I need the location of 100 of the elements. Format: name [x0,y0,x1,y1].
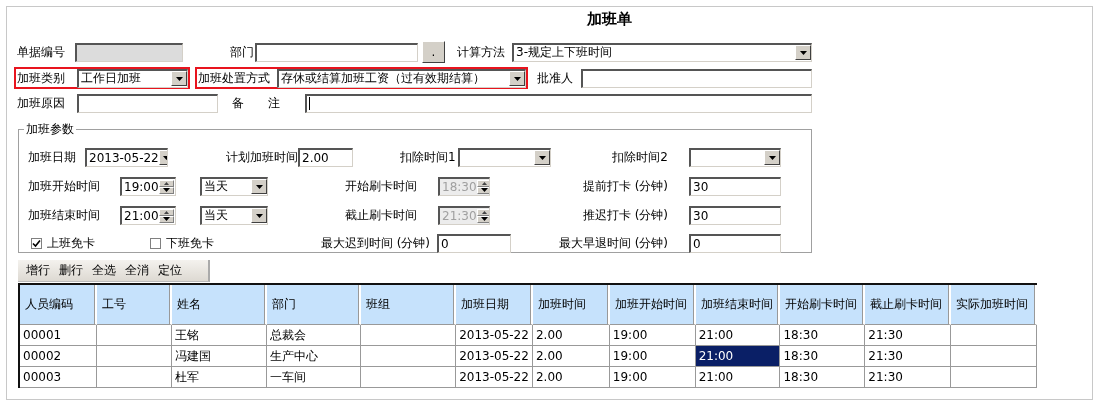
table-cell: 冯建国 [171,346,267,367]
toolbar-button[interactable]: 全选 [89,262,119,279]
table-cell: 00001 [20,325,97,346]
field-label: 加班处置方式 [198,69,271,87]
field-label: 备 注 [232,94,281,112]
time-spinner[interactable]: 21:00 [120,205,176,225]
column-header[interactable]: 工号 [96,285,172,325]
input-field[interactable]: 0 [437,233,511,253]
table-cell: 2.00 [533,346,610,367]
group-legend: 加班参数 [24,121,76,138]
table-cell: 2013-05-22 [456,367,533,388]
field-label: 批准人 [537,69,574,87]
dropdown-field[interactable] [689,147,781,167]
time-spinner[interactable]: 19:00 [120,176,176,196]
field-label: 加班开始时间 [28,177,101,195]
column-header[interactable]: 加班开始时间 [609,285,696,325]
checkbox-label: 上班免卡 [47,234,95,252]
field-label: 加班类别 [17,69,66,87]
down-arrow-icon [162,188,170,192]
input-field[interactable] [305,93,812,113]
field-label: 单据编号 [17,43,66,61]
dropdown-arrow-icon [768,155,776,160]
checkbox[interactable] [31,237,42,249]
dropdown-field[interactable]: 2013-05-22 [85,147,168,167]
dropdown-arrow-icon [538,155,546,160]
column-header[interactable]: 部门 [266,285,362,325]
table-cell: 18:30 [780,325,866,346]
column-header[interactable]: 加班时间 [533,285,610,325]
table-cell: 18:30 [780,346,866,367]
field-label: 提前打卡 (分钟) [581,177,668,195]
field-label: 加班日期 [28,148,77,166]
form-title: 加班单 [587,10,632,29]
field-label: 扣除时间2 [611,148,668,166]
input-field[interactable] [255,42,418,62]
dropdown-arrow-icon [255,213,263,218]
column-header[interactable]: 实际加班时间 [951,285,1037,325]
toolbar-button[interactable]: 删行 [56,262,86,279]
table-cell: 2.00 [533,367,610,388]
field-label: 开始刷卡时间 [344,177,417,195]
table-cell: 21:00 [695,346,781,367]
field-label: 最大早退时间 (分钟) [557,234,668,252]
checkbox[interactable] [150,237,161,249]
check-icon [32,238,41,248]
column-header[interactable]: 截止刷卡时间 [865,285,952,325]
dropdown-field[interactable]: 当天 [200,176,268,196]
toolbar-button[interactable]: 全消 [122,262,152,279]
dropdown-arrow-icon [175,76,183,81]
column-header[interactable]: 加班结束时间 [695,285,781,325]
dropdown-field[interactable]: 存休或结算加班工资（过有效期结算） [277,68,526,88]
dropdown-field[interactable]: 3-规定上下班时间 [512,42,812,62]
dropdown-arrow-icon [513,76,521,81]
input-field[interactable] [581,68,812,88]
input-field[interactable] [77,93,218,113]
table-cell: 18:30 [780,367,866,388]
field-label: 最大迟到时间 (分钟) [319,234,430,252]
table-cell: 2013-05-22 [456,346,533,367]
column-header[interactable]: 加班日期 [456,285,533,325]
table-cell: 王铭 [171,325,267,346]
field-label: 部门 [230,43,254,61]
field-label: 推迟打卡 (分钟) [581,206,668,224]
table-cell: 00003 [20,367,97,388]
input-field[interactable]: 30 [689,176,781,196]
dropdown-field[interactable]: 当天 [200,205,268,225]
table-cell: 21:30 [865,367,952,388]
up-arrow-icon [163,181,169,185]
field-label: 截止刷卡时间 [344,206,417,224]
down-arrow-icon [162,217,170,221]
table-cell: 2013-05-22 [456,325,533,346]
field-label: 扣除时间1 [400,148,456,166]
browse-button[interactable]: . [422,41,445,63]
field-label: 计算方法 [457,43,506,61]
dropdown-arrow-icon [163,155,167,160]
column-header[interactable]: 开始刷卡时间 [780,285,866,325]
table-cell: 00002 [20,346,97,367]
dropdown-arrow-icon [255,184,263,189]
table-cell: 一车间 [266,367,362,388]
table-cell: 19:00 [609,346,696,367]
input-field[interactable]: 30 [689,205,781,225]
dropdown-field[interactable] [458,147,551,167]
input-field[interactable]: 0 [689,233,781,253]
up-arrow-icon [481,181,487,185]
column-header[interactable]: 人员编码 [20,285,97,325]
field-label: 加班结束时间 [28,206,101,224]
table-cell: 19:00 [609,325,696,346]
up-arrow-icon [481,210,487,214]
table-cell: 生产中心 [266,346,362,367]
table-cell: 总裁会 [266,325,362,346]
down-arrow-icon [480,217,488,221]
column-header[interactable]: 姓名 [171,285,267,325]
table-cell: 19:00 [609,367,696,388]
up-arrow-icon [163,210,169,214]
table-cell: 21:00 [695,325,781,346]
toolbar-button[interactable]: 增行 [23,262,53,279]
toolbar-button[interactable]: 定位 [155,262,185,279]
column-header[interactable]: 班组 [361,285,457,325]
input-field[interactable]: 2.00 [298,147,353,167]
field-label: 计划加班时间 [226,148,296,166]
dropdown-field[interactable]: 工作日加班 [77,68,188,88]
down-arrow-icon [480,188,488,192]
table-cell: 21:30 [865,325,952,346]
